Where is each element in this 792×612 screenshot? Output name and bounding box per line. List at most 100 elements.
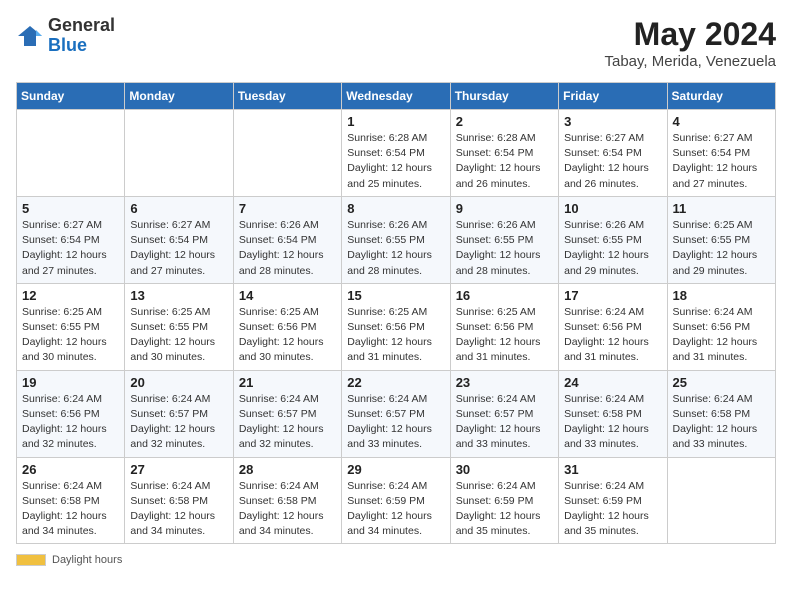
calendar-cell: 22Sunrise: 6:24 AM Sunset: 6:57 PM Dayli…: [342, 370, 450, 457]
day-number: 2: [456, 114, 553, 129]
day-number: 30: [456, 462, 553, 477]
calendar-cell: 6 Sunrise: 6:27 AM Sunset: 6:54 PM Daylig…: [125, 196, 233, 283]
day-number: 21: [239, 375, 336, 390]
calendar-cell: 1Sunrise: 6:28 AM Sunset: 6:54 PM Daylig…: [342, 110, 450, 197]
calendar-cell: 11Sunrise: 6:25 AM Sunset: 6:55 PM Dayli…: [667, 196, 775, 283]
day-info: Sunrise: 6:24 AM Sunset: 6:57 PM Dayligh…: [130, 392, 227, 453]
calendar-subtitle: Tabay, Merida, Venezuela: [605, 53, 777, 70]
calendar-cell: 5 Sunrise: 6:27 AM Sunset: 6:54 PM Daylig…: [17, 196, 125, 283]
day-number: 24: [564, 375, 661, 390]
calendar-cell: 28 Sunrise: 6:24 AM Sunset: 6:58 PM Dayli…: [233, 457, 341, 544]
day-number: 28: [239, 462, 336, 477]
calendar-cell: 25Sunrise: 6:24 AM Sunset: 6:58 PM Dayli…: [667, 370, 775, 457]
day-info: Sunrise: 6:28 AM Sunset: 6:54 PM Dayligh…: [456, 131, 553, 192]
day-number: 12: [22, 288, 119, 303]
day-number: 18: [673, 288, 770, 303]
calendar-cell: 30 Sunrise: 6:24 AM Sunset: 6:59 PM Dayli…: [450, 457, 558, 544]
day-number: 31: [564, 462, 661, 477]
day-info: Sunrise: 6:27 AM Sunset: 6:54 PM Dayligh…: [130, 218, 227, 279]
calendar-header: SundayMondayTuesdayWednesdayThursdayFrid…: [17, 83, 776, 110]
day-info: Sunrise: 6:24 AM Sunset: 6:58 PM Dayligh…: [22, 479, 119, 540]
calendar-cell: 7 Sunrise: 6:26 AM Sunset: 6:54 PM Daylig…: [233, 196, 341, 283]
day-number: 15: [347, 288, 444, 303]
daylight-legend-label: Daylight hours: [52, 554, 122, 566]
day-number: 9: [456, 201, 553, 216]
calendar-week-row: 26 Sunrise: 6:24 AM Sunset: 6:58 PM Dayli…: [17, 457, 776, 544]
day-info: Sunrise: 6:26 AM Sunset: 6:54 PM Dayligh…: [239, 218, 336, 279]
day-number: 26: [22, 462, 119, 477]
calendar-cell: [125, 110, 233, 197]
day-info: Sunrise: 6:24 AM Sunset: 6:58 PM Dayligh…: [564, 392, 661, 453]
day-number: 23: [456, 375, 553, 390]
day-number: 6: [130, 201, 227, 216]
day-number: 7: [239, 201, 336, 216]
calendar-week-row: 1Sunrise: 6:28 AM Sunset: 6:54 PM Daylig…: [17, 110, 776, 197]
day-info: Sunrise: 6:24 AM Sunset: 6:58 PM Dayligh…: [130, 479, 227, 540]
calendar-title: May 2024: [605, 16, 777, 53]
calendar-cell: 4Sunrise: 6:27 AM Sunset: 6:54 PM Daylig…: [667, 110, 775, 197]
day-number: 20: [130, 375, 227, 390]
calendar-week-row: 12 Sunrise: 6:25 AM Sunset: 6:55 PM Dayli…: [17, 283, 776, 370]
day-info: Sunrise: 6:24 AM Sunset: 6:56 PM Dayligh…: [564, 305, 661, 366]
calendar-cell: 3 Sunrise: 6:27 AM Sunset: 6:54 PM Daylig…: [559, 110, 667, 197]
day-number: 13: [130, 288, 227, 303]
weekday-header: Sunday: [17, 83, 125, 110]
weekday-header: Wednesday: [342, 83, 450, 110]
day-number: 10: [564, 201, 661, 216]
daylight-legend-bar: [16, 554, 46, 566]
day-info: Sunrise: 6:24 AM Sunset: 6:56 PM Dayligh…: [673, 305, 770, 366]
logo-general-text: General: [48, 16, 115, 36]
calendar-cell: [17, 110, 125, 197]
day-info: Sunrise: 6:24 AM Sunset: 6:59 PM Dayligh…: [456, 479, 553, 540]
day-number: 19: [22, 375, 119, 390]
calendar-cell: 12 Sunrise: 6:25 AM Sunset: 6:55 PM Dayli…: [17, 283, 125, 370]
weekday-header: Thursday: [450, 83, 558, 110]
calendar-cell: 13 Sunrise: 6:25 AM Sunset: 6:55 PM Dayli…: [125, 283, 233, 370]
weekday-header: Friday: [559, 83, 667, 110]
day-info: Sunrise: 6:24 AM Sunset: 6:57 PM Dayligh…: [456, 392, 553, 453]
calendar-cell: 21 Sunrise: 6:24 AM Sunset: 6:57 PM Dayli…: [233, 370, 341, 457]
day-number: 5: [22, 201, 119, 216]
day-number: 3: [564, 114, 661, 129]
day-number: 8: [347, 201, 444, 216]
day-info: Sunrise: 6:24 AM Sunset: 6:57 PM Dayligh…: [347, 392, 444, 453]
calendar-cell: 16 Sunrise: 6:25 AM Sunset: 6:56 PM Dayli…: [450, 283, 558, 370]
day-info: Sunrise: 6:27 AM Sunset: 6:54 PM Dayligh…: [564, 131, 661, 192]
weekday-header: Tuesday: [233, 83, 341, 110]
logo-icon: [16, 22, 44, 50]
day-info: Sunrise: 6:24 AM Sunset: 6:59 PM Dayligh…: [564, 479, 661, 540]
calendar-cell: 9Sunrise: 6:26 AM Sunset: 6:55 PM Daylig…: [450, 196, 558, 283]
day-info: Sunrise: 6:26 AM Sunset: 6:55 PM Dayligh…: [564, 218, 661, 279]
calendar-cell: 24 Sunrise: 6:24 AM Sunset: 6:58 PM Dayli…: [559, 370, 667, 457]
day-number: 17: [564, 288, 661, 303]
calendar-footer: Daylight hours: [16, 554, 776, 566]
day-info: Sunrise: 6:27 AM Sunset: 6:54 PM Dayligh…: [22, 218, 119, 279]
day-number: 4: [673, 114, 770, 129]
calendar-cell: 19 Sunrise: 6:24 AM Sunset: 6:56 PM Dayli…: [17, 370, 125, 457]
day-info: Sunrise: 6:24 AM Sunset: 6:59 PM Dayligh…: [347, 479, 444, 540]
calendar-cell: 18 Sunrise: 6:24 AM Sunset: 6:56 PM Dayli…: [667, 283, 775, 370]
day-info: Sunrise: 6:24 AM Sunset: 6:58 PM Dayligh…: [239, 479, 336, 540]
day-info: Sunrise: 6:24 AM Sunset: 6:57 PM Dayligh…: [239, 392, 336, 453]
day-info: Sunrise: 6:26 AM Sunset: 6:55 PM Dayligh…: [347, 218, 444, 279]
day-info: Sunrise: 6:25 AM Sunset: 6:55 PM Dayligh…: [22, 305, 119, 366]
calendar-cell: 2 Sunrise: 6:28 AM Sunset: 6:54 PM Daylig…: [450, 110, 558, 197]
calendar-cell: 8 Sunrise: 6:26 AM Sunset: 6:55 PM Daylig…: [342, 196, 450, 283]
calendar-cell: 17 Sunrise: 6:24 AM Sunset: 6:56 PM Dayli…: [559, 283, 667, 370]
calendar-week-row: 5 Sunrise: 6:27 AM Sunset: 6:54 PM Daylig…: [17, 196, 776, 283]
calendar-cell: 31 Sunrise: 6:24 AM Sunset: 6:59 PM Dayli…: [559, 457, 667, 544]
day-info: Sunrise: 6:25 AM Sunset: 6:55 PM Dayligh…: [130, 305, 227, 366]
logo: General Blue: [16, 16, 115, 56]
calendar-cell: 14Sunrise: 6:25 AM Sunset: 6:56 PM Dayli…: [233, 283, 341, 370]
calendar-cell: 10 Sunrise: 6:26 AM Sunset: 6:55 PM Dayli…: [559, 196, 667, 283]
calendar-week-row: 19 Sunrise: 6:24 AM Sunset: 6:56 PM Dayli…: [17, 370, 776, 457]
calendar-cell: 20 Sunrise: 6:24 AM Sunset: 6:57 PM Dayli…: [125, 370, 233, 457]
day-info: Sunrise: 6:25 AM Sunset: 6:56 PM Dayligh…: [456, 305, 553, 366]
calendar-table: SundayMondayTuesdayWednesdayThursdayFrid…: [16, 82, 776, 544]
day-info: Sunrise: 6:24 AM Sunset: 6:56 PM Dayligh…: [22, 392, 119, 453]
day-number: 16: [456, 288, 553, 303]
day-number: 25: [673, 375, 770, 390]
day-number: 14: [239, 288, 336, 303]
title-block: May 2024 Tabay, Merida, Venezuela: [605, 16, 777, 70]
calendar-cell: 29Sunrise: 6:24 AM Sunset: 6:59 PM Dayli…: [342, 457, 450, 544]
